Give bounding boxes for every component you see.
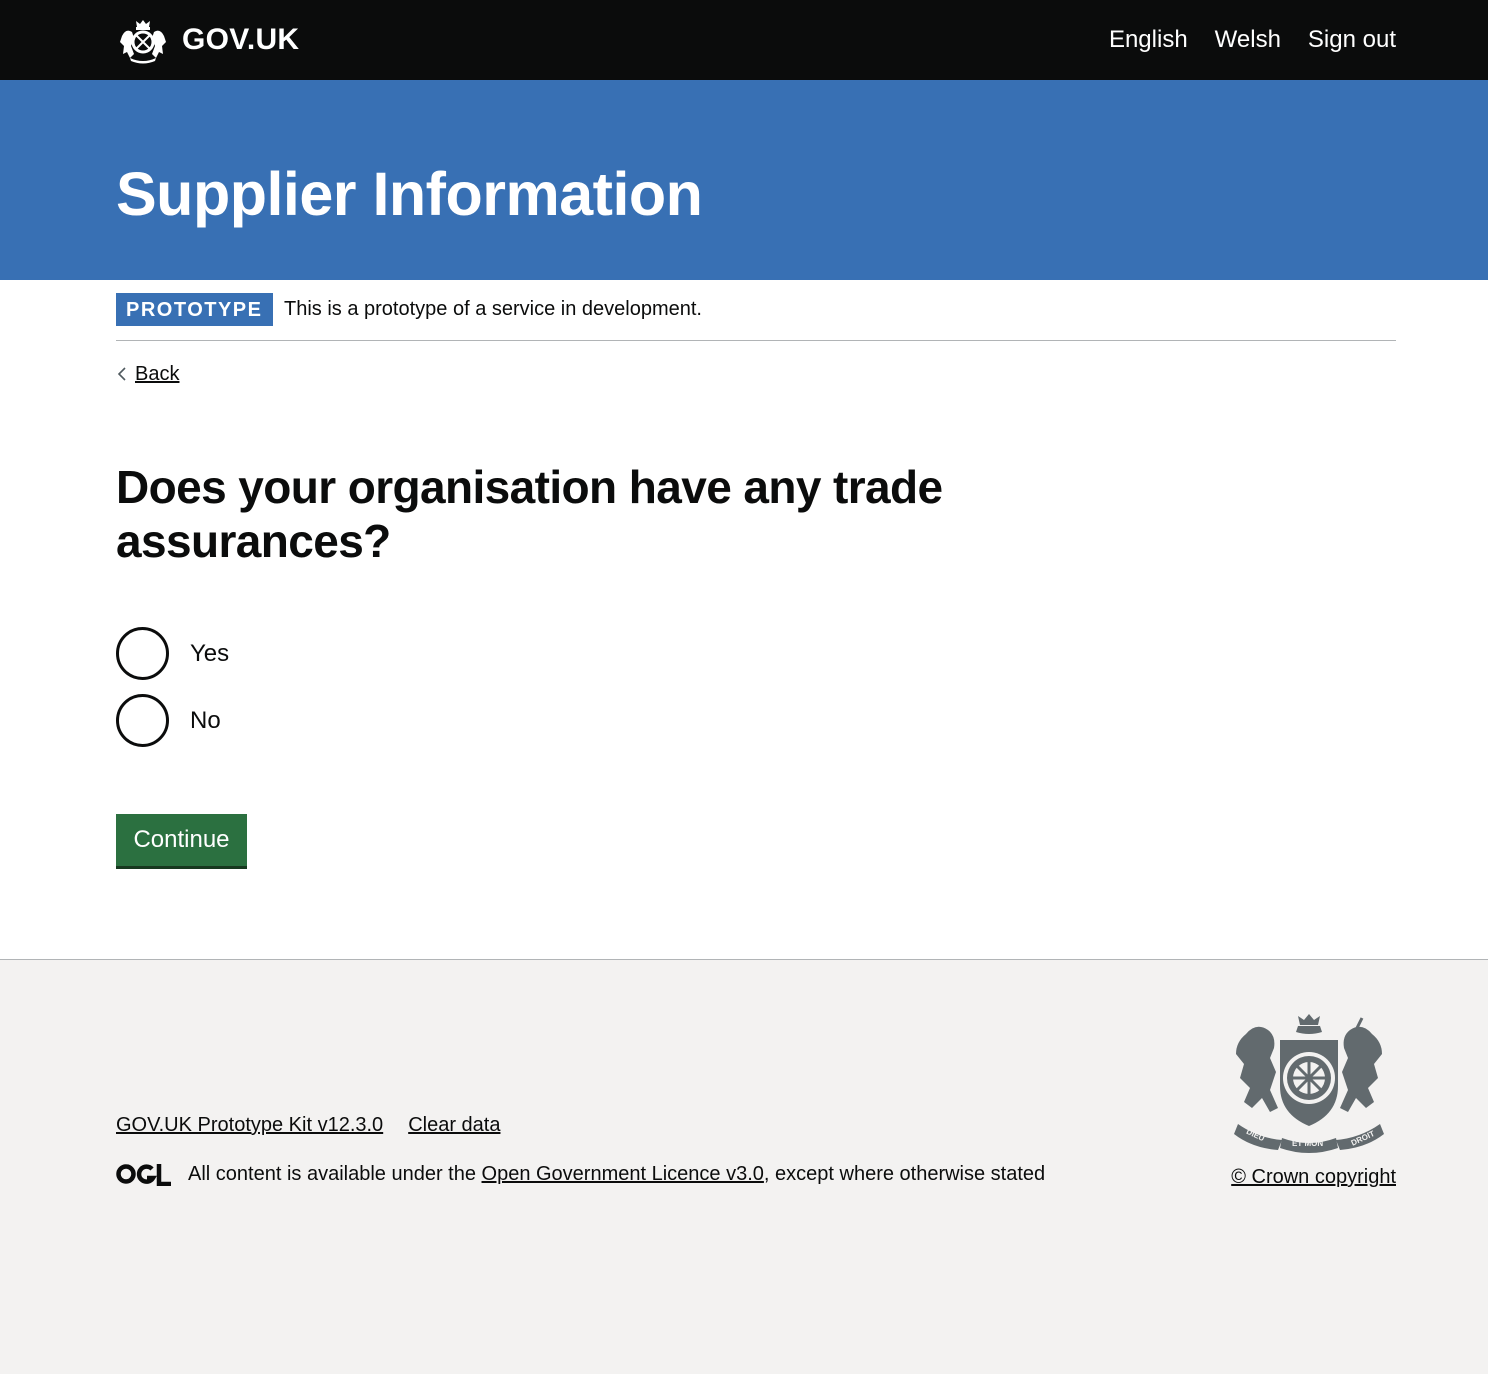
prototype-kit-link[interactable]: GOV.UK Prototype Kit v12.3.0 (116, 1111, 383, 1139)
crest-motto-et-mon: ET MON (1292, 1139, 1323, 1148)
ogl-licence-link[interactable]: Open Government Licence v3.0 (482, 1163, 764, 1185)
licence-suffix: , except where otherwise stated (763, 1163, 1046, 1185)
clear-data-link[interactable]: Clear data (408, 1111, 500, 1139)
back-link-container: Back (116, 360, 179, 388)
licence-text: All content is available under the Open … (188, 1160, 1045, 1188)
phase-text: This is a prototype of a service in deve… (284, 298, 702, 320)
question-title: Does your organisation have any trade as… (116, 461, 943, 567)
crown-copyright-link[interactable]: © Crown copyright (1231, 1163, 1396, 1191)
chevron-left-icon (117, 367, 126, 381)
service-banner: Supplier Information (0, 80, 1488, 280)
crown-icon (120, 20, 166, 64)
continue-button[interactable]: Continue (116, 814, 247, 866)
sign-out-link[interactable]: Sign out (1308, 22, 1396, 58)
govuk-logo-text: GOV.UK (182, 23, 300, 56)
radio-option-yes[interactable]: Yes (116, 627, 229, 680)
site-header: GOV.UK English Welsh Sign out (0, 0, 1488, 80)
radio-button-yes[interactable] (116, 627, 169, 680)
radio-label-yes[interactable]: Yes (190, 638, 229, 670)
radio-option-no[interactable]: No (116, 694, 221, 747)
header-nav: English Welsh Sign out (1109, 22, 1396, 58)
site-footer: DIEU ET MON DROIT GOV.UK Prototype Kit v… (0, 959, 1488, 1374)
footer-links: GOV.UK Prototype Kit v12.3.0 Clear data (116, 1111, 500, 1139)
royal-coat-of-arms-icon: DIEU ET MON DROIT (1234, 1014, 1384, 1153)
ogl-logo-icon (116, 1164, 171, 1186)
radio-button-no[interactable] (116, 694, 169, 747)
nav-welsh-link[interactable]: Welsh (1215, 22, 1281, 58)
govuk-logo-link[interactable]: GOV.UK (116, 14, 299, 66)
service-name: Supplier Information (116, 160, 703, 228)
radio-label-no[interactable]: No (190, 705, 221, 737)
nav-english-link[interactable]: English (1109, 22, 1188, 58)
licence-notice: All content is available under the Open … (116, 1160, 1045, 1188)
phase-banner: PROTOTYPE This is a prototype of a servi… (116, 280, 1396, 341)
licence-prefix: All content is available under the (188, 1163, 482, 1185)
phase-tag: PROTOTYPE (116, 293, 273, 326)
back-link[interactable]: Back (135, 360, 179, 388)
